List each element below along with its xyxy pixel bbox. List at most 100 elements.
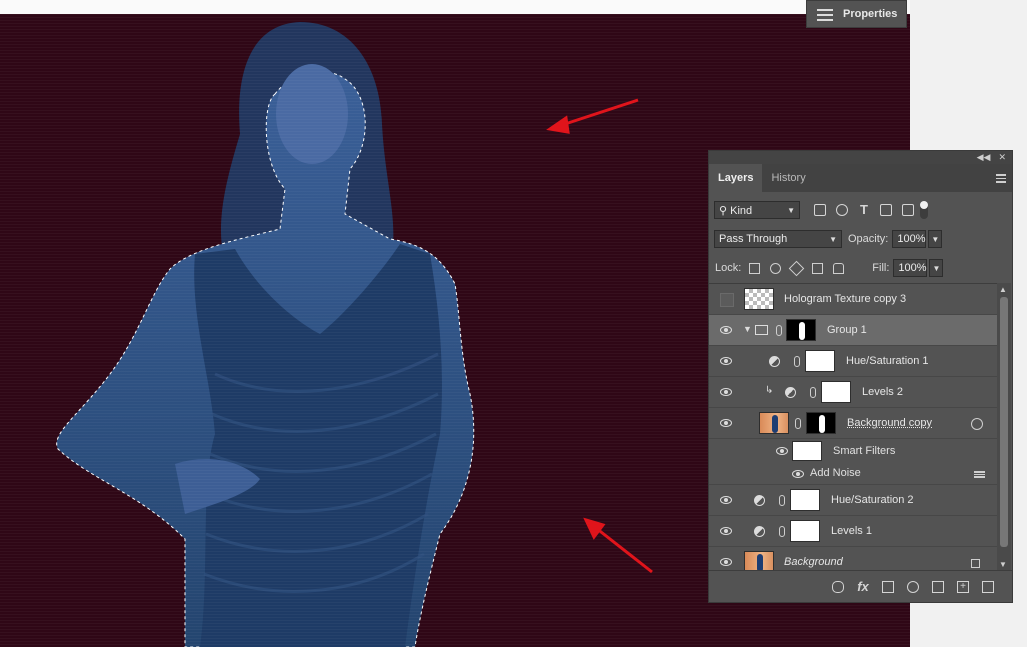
layer-mask-thumbnail[interactable] bbox=[806, 412, 836, 434]
layer-mask-thumbnail[interactable] bbox=[786, 319, 816, 341]
filter-row[interactable]: Add Noise bbox=[709, 463, 997, 485]
link-icon[interactable] bbox=[779, 526, 785, 537]
lock-pixels-icon[interactable] bbox=[770, 262, 782, 274]
smart-object-filter-icon[interactable] bbox=[902, 204, 914, 216]
layer-row[interactable]: Levels 1 bbox=[709, 516, 997, 547]
lock-transparent-icon[interactable] bbox=[749, 262, 761, 274]
shape-filter-icon[interactable] bbox=[880, 204, 892, 216]
layer-thumbnail bbox=[759, 412, 789, 434]
layer-mask-thumbnail[interactable] bbox=[790, 520, 820, 542]
properties-panel-tab[interactable]: Properties bbox=[806, 0, 907, 28]
add-mask-icon[interactable] bbox=[882, 580, 894, 593]
lock-label: Lock: bbox=[715, 262, 742, 274]
filter-kind-select[interactable]: ⚲ Kind ▼ bbox=[714, 201, 800, 219]
layer-name: Hologram Texture copy 3 bbox=[784, 293, 907, 305]
eye-icon[interactable] bbox=[720, 386, 732, 398]
lock-icon bbox=[971, 559, 980, 568]
layer-mask-thumbnail[interactable] bbox=[790, 489, 820, 511]
opacity-input[interactable]: 100% bbox=[892, 230, 927, 248]
smart-filters-label: Smart Filters bbox=[833, 445, 896, 457]
layer-name: Hue/Saturation 1 bbox=[846, 355, 929, 367]
layer-row[interactable]: Hue/Saturation 2 bbox=[709, 485, 997, 516]
adjustment-icon bbox=[754, 526, 765, 537]
eye-icon[interactable] bbox=[776, 445, 788, 457]
sliders-icon bbox=[817, 7, 833, 21]
visibility-toggle[interactable] bbox=[720, 293, 734, 307]
panel-menu-icon[interactable] bbox=[996, 172, 1006, 185]
adjustment-icon bbox=[785, 387, 796, 398]
layer-name: Levels 2 bbox=[862, 386, 903, 398]
filter-options-icon[interactable] bbox=[974, 470, 985, 479]
eye-icon[interactable] bbox=[720, 417, 732, 429]
eye-icon[interactable] bbox=[720, 494, 732, 506]
eye-icon[interactable] bbox=[720, 324, 732, 336]
layer-row[interactable]: Hue/Saturation 1 bbox=[709, 346, 997, 377]
adjustment-icon bbox=[754, 495, 765, 506]
new-layer-icon[interactable]: + bbox=[957, 580, 969, 593]
layers-list[interactable]: Hologram Texture copy 3 ▼ Group 1 Hue/Sa… bbox=[709, 283, 997, 572]
layers-scrollbar[interactable]: ▲ ▼ bbox=[997, 283, 1011, 571]
document-top-edge bbox=[0, 0, 910, 15]
link-icon[interactable] bbox=[795, 418, 801, 429]
delete-icon[interactable] bbox=[982, 580, 994, 593]
tab-history[interactable]: History bbox=[762, 164, 814, 192]
new-group-icon[interactable] bbox=[932, 580, 944, 593]
smart-filters-row[interactable]: Smart Filters bbox=[709, 439, 997, 463]
fill-input[interactable]: 100% bbox=[893, 259, 928, 277]
blend-mode-select[interactable]: Pass Through ▼ bbox=[714, 230, 842, 248]
fill-dropdown[interactable]: ▼ bbox=[929, 259, 944, 277]
layer-row[interactable]: Hologram Texture copy 3 bbox=[709, 284, 997, 315]
opacity-label: Opacity: bbox=[848, 233, 889, 245]
chevron-down-icon: ▼ bbox=[829, 234, 837, 244]
layer-mask-thumbnail[interactable] bbox=[805, 350, 835, 372]
filter-row: ⚲ Kind ▼ T bbox=[709, 199, 1012, 221]
scroll-down-icon[interactable]: ▼ bbox=[999, 560, 1007, 569]
lock-artboard-icon[interactable] bbox=[812, 262, 824, 274]
link-icon[interactable] bbox=[776, 325, 782, 336]
opacity-dropdown[interactable]: ▼ bbox=[928, 230, 943, 248]
layer-name: Hue/Saturation 2 bbox=[831, 494, 914, 506]
layer-name: Group 1 bbox=[827, 324, 867, 336]
close-icon[interactable]: ✕ bbox=[998, 152, 1006, 163]
eye-icon[interactable] bbox=[720, 355, 732, 367]
panel-tabs: Layers History bbox=[709, 164, 1012, 192]
tab-layers[interactable]: Layers bbox=[709, 164, 763, 192]
eye-icon[interactable] bbox=[720, 525, 732, 537]
clipping-arrow-icon: ↳ bbox=[765, 385, 774, 396]
layer-name: Background bbox=[784, 556, 843, 568]
link-icon[interactable] bbox=[779, 495, 785, 506]
eye-icon[interactable] bbox=[720, 556, 732, 568]
layers-bottom-bar: fx + bbox=[709, 570, 1012, 602]
scroll-thumb[interactable] bbox=[1000, 297, 1008, 547]
adjustment-filter-icon[interactable] bbox=[836, 204, 848, 216]
lock-position-icon[interactable] bbox=[789, 260, 805, 276]
link-layers-icon[interactable] bbox=[832, 580, 844, 593]
image-filter-icon[interactable] bbox=[814, 204, 826, 216]
layer-mask-thumbnail[interactable] bbox=[821, 381, 851, 403]
type-filter-icon[interactable]: T bbox=[858, 203, 870, 216]
layer-name: Background copy bbox=[847, 417, 932, 429]
fill-label: Fill: bbox=[872, 262, 890, 274]
folder-icon bbox=[755, 325, 768, 335]
eye-icon[interactable] bbox=[792, 468, 804, 480]
lock-all-icon[interactable] bbox=[833, 262, 845, 274]
filter-toggle[interactable] bbox=[920, 201, 928, 219]
scroll-up-icon[interactable]: ▲ bbox=[999, 285, 1007, 294]
filter-mask-thumbnail[interactable] bbox=[792, 441, 822, 461]
lock-row: Lock: Fill: 100% ▼ bbox=[709, 257, 1012, 279]
layer-row[interactable]: Background copy bbox=[709, 408, 997, 439]
chevron-down-icon[interactable]: ▼ bbox=[743, 324, 752, 334]
link-icon[interactable] bbox=[794, 356, 800, 367]
link-icon[interactable] bbox=[810, 387, 816, 398]
layer-row[interactable]: ↳ Levels 2 bbox=[709, 377, 997, 408]
layers-panel[interactable]: ◀◀ ✕ Layers History ⚲ Kind ▼ T Pass Thro… bbox=[708, 150, 1013, 603]
fx-icon[interactable]: fx bbox=[857, 580, 869, 593]
layer-row-selected[interactable]: ▼ Group 1 bbox=[709, 315, 997, 346]
adjustment-icon bbox=[769, 356, 780, 367]
layer-thumbnail bbox=[744, 288, 774, 310]
properties-label: Properties bbox=[843, 8, 898, 20]
collapse-icon[interactable]: ◀◀ bbox=[977, 152, 991, 163]
layer-row[interactable]: Background bbox=[709, 547, 997, 572]
new-adjustment-icon[interactable] bbox=[907, 580, 919, 593]
search-icon: ⚲ bbox=[719, 204, 731, 217]
